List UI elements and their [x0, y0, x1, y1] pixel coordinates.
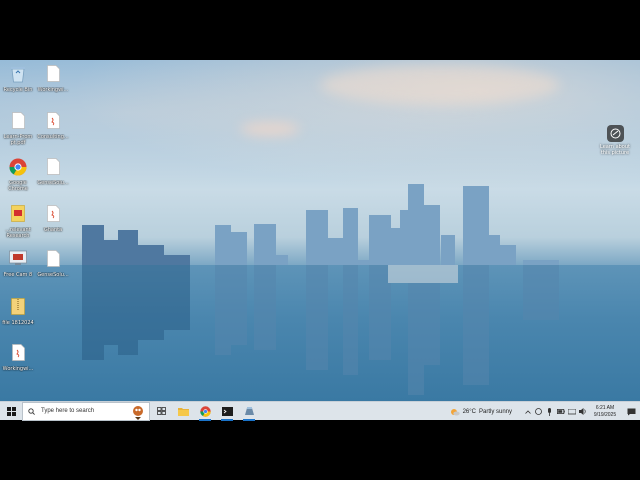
terminal-icon: [221, 406, 233, 416]
desktop-icon-label: Ghanta: [43, 227, 63, 233]
tray-app-icon: [535, 408, 542, 415]
start-button[interactable]: [0, 402, 22, 421]
doc-icon: [9, 112, 27, 132]
task-view-button[interactable]: [150, 402, 172, 421]
taskbar: Type here to search 26°C Partly sunny 6:…: [0, 401, 640, 421]
search-placeholder: Type here to search: [41, 408, 95, 414]
windows-icon: [6, 406, 16, 416]
file-explorer-button[interactable]: [172, 402, 194, 421]
battery-button[interactable]: [555, 402, 566, 421]
cloud: [320, 65, 560, 105]
doc-icon: [44, 158, 62, 178]
desktop-icon-google-chrome[interactable]: Google Chrome: [0, 158, 36, 192]
partly-sunny-icon: [450, 408, 460, 415]
desktop[interactable]: Learn about this picture: [0, 60, 640, 401]
speaker-icon: [578, 408, 586, 415]
camera-icon: [606, 125, 624, 142]
desktop-icon-file-1[interactable]: Workingwi...: [35, 65, 71, 93]
desktop-icon-label: file 1812024: [2, 320, 34, 326]
clock-date: 9/19/2025: [593, 411, 617, 418]
doc-icon: [44, 65, 62, 85]
desktop-icon-label: Learn-Prom pt.pdf: [3, 134, 33, 146]
weather-widget[interactable]: 26°C Partly sunny: [450, 408, 512, 416]
chrome-taskbar-button[interactable]: [194, 402, 216, 421]
recycle-icon: [9, 65, 27, 85]
microphone-button[interactable]: [544, 402, 555, 421]
java-icon: [9, 344, 27, 364]
volume-button[interactable]: [577, 402, 588, 421]
desktop-icon-file-2[interactable]: Learn-Prom pt.pdf: [0, 112, 36, 146]
weather-text: Partly sunny: [478, 408, 512, 415]
task-view-icon: [156, 407, 166, 415]
desktop-icon-label: GenseSolu...: [37, 272, 69, 278]
app-icon: [244, 407, 254, 415]
clock[interactable]: 6:21 AM 9/19/2025: [588, 405, 622, 419]
desktop-icon-file-4[interactable]: GenseSolu...: [35, 158, 71, 186]
notifications-button[interactable]: [622, 402, 640, 421]
desktop-icon-label: GenseSolu...: [37, 180, 69, 186]
clock-time: 6:21 AM: [595, 404, 615, 411]
desktop-icon-label: Workingwi...: [37, 87, 69, 93]
folder-icon: [177, 407, 189, 416]
desktop-icon-recycle-bin[interactable]: Recycle Bin: [0, 65, 36, 93]
taskbar-search-box[interactable]: Type here to search: [22, 401, 150, 421]
chrome-icon: [9, 158, 27, 178]
battery-icon: [556, 409, 565, 414]
desktop-icon-label: Consulting...: [37, 134, 69, 140]
skyline-reflection: [82, 265, 559, 395]
learn-about-picture[interactable]: Learn about this picture: [596, 125, 634, 156]
desktop-icon-file-9[interactable]: file 1812024: [0, 298, 36, 326]
doc-icon: [44, 250, 62, 270]
chrome-icon: [199, 405, 211, 417]
desktop-icon-label: Google Chrome: [8, 180, 28, 192]
app-taskbar-button[interactable]: [238, 402, 260, 421]
notification-icon: [627, 408, 635, 415]
screen-frame: Learn about this picture Recycle Bin Work…: [0, 0, 640, 480]
microphone-icon: [548, 407, 551, 416]
java-icon: [44, 205, 62, 225]
red-icon: [9, 205, 27, 225]
desktop-icon-label: Recycle Bin: [3, 87, 33, 93]
chevron-up-icon: [524, 409, 531, 414]
desktop-icon-label: ...relevant Research: [5, 227, 31, 239]
system-tray: 26°C Partly sunny 6:21 AM 9/19/2025: [450, 402, 640, 421]
desktop-icon-file-3[interactable]: Consulting...: [35, 112, 71, 140]
search-highlight-icon: [133, 405, 143, 420]
zip-icon: [9, 298, 27, 318]
desktop-icon-file-10[interactable]: Workingwi...: [0, 344, 36, 372]
network-button[interactable]: [566, 402, 577, 421]
desktop-icon-file-5[interactable]: ...relevant Research: [0, 205, 36, 239]
show-hidden-icons-button[interactable]: [522, 402, 533, 421]
desktop-icon-label: Workingwi...: [2, 366, 34, 372]
cam-icon: [9, 250, 27, 270]
desktop-icon-label: Free Cam 8: [3, 272, 33, 278]
search-icon: [28, 407, 35, 415]
tray-app-button[interactable]: [533, 402, 544, 421]
desktop-icon-file-7[interactable]: Free Cam 8: [0, 250, 36, 278]
learn-about-label: Learn about this picture: [600, 144, 630, 156]
java-icon: [44, 112, 62, 132]
terminal-taskbar-button[interactable]: [216, 402, 238, 421]
network-icon: [567, 408, 576, 414]
weather-temp: 26°C: [462, 408, 476, 415]
desktop-icon-file-6[interactable]: Ghanta: [35, 205, 71, 233]
desktop-icon-file-8[interactable]: GenseSolu...: [35, 250, 71, 278]
